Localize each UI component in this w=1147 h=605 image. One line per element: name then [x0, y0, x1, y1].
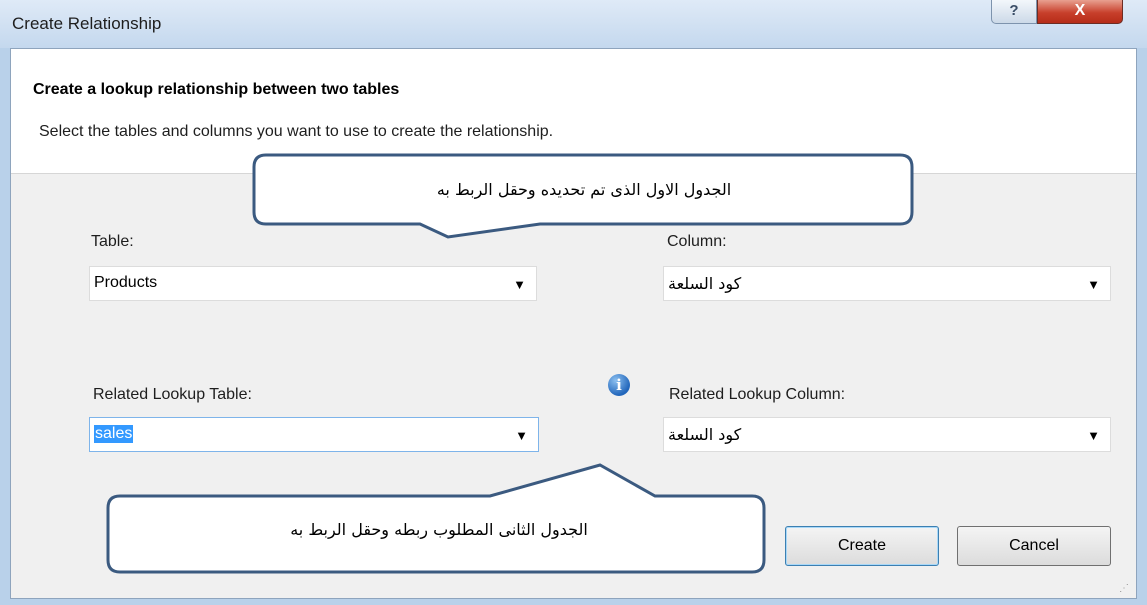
chevron-down-icon[interactable]: ▼: [1087, 277, 1100, 292]
chevron-down-icon[interactable]: ▼: [513, 277, 526, 292]
dialog-body: Create a lookup relationship between two…: [10, 48, 1137, 599]
title-bar: Create Relationship ? X: [0, 0, 1147, 48]
callout-top-text: الجدول الاول الذى تم تحديده وحقل الربط ب…: [436, 180, 732, 199]
header-subtitle: Select the tables and columns you want t…: [39, 123, 554, 140]
header-title: Create a lookup relationship between two…: [33, 81, 400, 98]
help-button[interactable]: ?: [991, 0, 1037, 24]
callout-bottom-text: الجدول الثانى المطلوب ربطه وحقل الربط به: [290, 520, 588, 539]
window-title: Create Relationship: [12, 14, 162, 33]
resize-grip[interactable]: ⋰: [1119, 583, 1130, 594]
related-table-label: Related Lookup Table:: [93, 386, 252, 403]
column-label: Column:: [667, 233, 727, 250]
related-table-dropdown[interactable]: sales ▼: [89, 417, 539, 452]
related-column-dropdown[interactable]: كود السلعة ▼: [663, 417, 1111, 452]
table-dropdown[interactable]: Products ▼: [89, 266, 537, 301]
create-button[interactable]: Create: [785, 526, 939, 566]
table-label: Table:: [91, 233, 134, 250]
cancel-button[interactable]: Cancel: [957, 526, 1111, 566]
close-button[interactable]: X: [1037, 0, 1123, 24]
dialog-header: Create a lookup relationship between two…: [11, 49, 1136, 174]
chevron-down-icon[interactable]: ▼: [515, 428, 528, 443]
column-dropdown-value: كود السلعة: [668, 274, 742, 293]
chevron-down-icon[interactable]: ▼: [1087, 428, 1100, 443]
info-icon[interactable]: i: [608, 374, 630, 396]
related-table-input[interactable]: sales: [94, 425, 134, 443]
related-column-label: Related Lookup Column:: [669, 386, 846, 403]
related-column-dropdown-value: كود السلعة: [668, 425, 742, 444]
column-dropdown[interactable]: كود السلعة ▼: [663, 266, 1111, 301]
table-dropdown-value: Products: [94, 274, 158, 291]
